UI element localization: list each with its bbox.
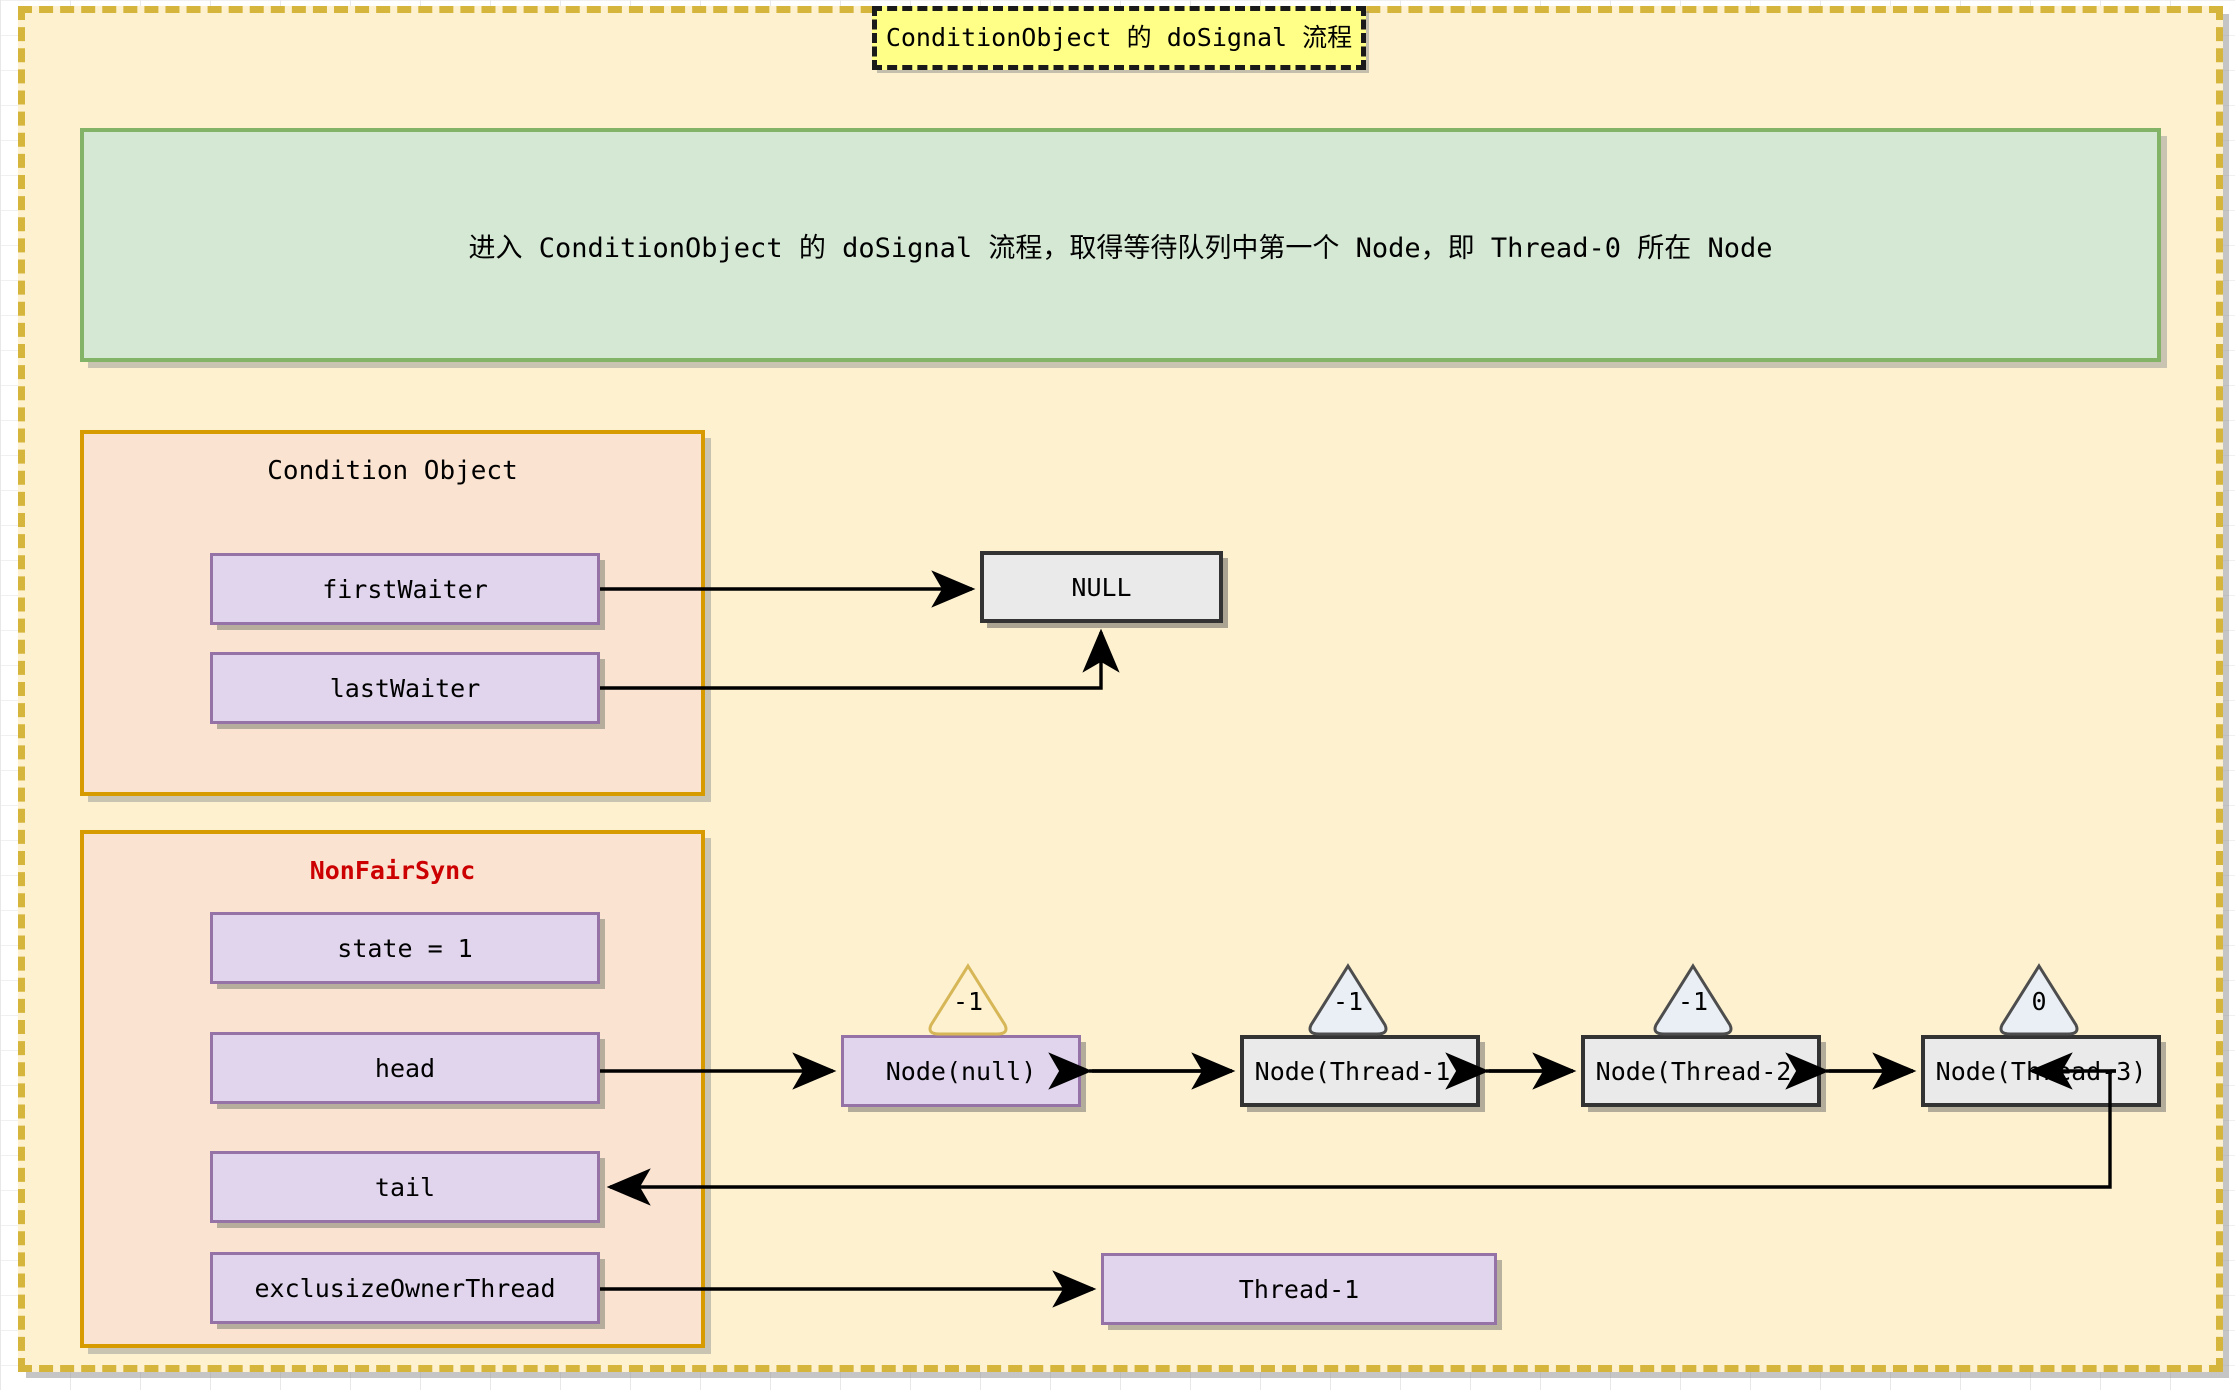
owner-thread-box: Thread-1: [1101, 1253, 1497, 1325]
field-tail-label: tail: [374, 1172, 436, 1202]
wait-status-triangle-0-label: -1: [952, 987, 984, 1016]
wait-status-triangle-0: -1: [925, 963, 1011, 1036]
queue-node-3-label: Node(Thread-3): [1935, 1056, 2147, 1086]
diagram-canvas: ConditionObject 的 doSignal 流程 进入 Conditi…: [0, 0, 2235, 1390]
field-state[interactable]: state = 1: [210, 912, 600, 984]
queue-node-2[interactable]: Node(Thread-2): [1581, 1035, 1821, 1107]
field-lastwaiter-label: lastWaiter: [329, 673, 481, 703]
queue-node-0[interactable]: Node(null): [841, 1035, 1081, 1107]
wait-status-triangle-1: -1: [1305, 963, 1391, 1036]
field-head-label: head: [374, 1053, 436, 1083]
description-note: 进入 ConditionObject 的 doSignal 流程，取得等待队列中…: [80, 128, 2161, 362]
wait-status-triangle-1-label: -1: [1332, 987, 1364, 1016]
field-head[interactable]: head: [210, 1032, 600, 1104]
field-tail[interactable]: tail: [210, 1151, 600, 1223]
wait-status-triangle-3: 0: [1996, 963, 2082, 1036]
field-exclusizeownerthread-label: exclusizeOwnerThread: [254, 1273, 556, 1303]
null-box-label: NULL: [1071, 572, 1132, 602]
queue-node-2-label: Node(Thread-2): [1595, 1056, 1807, 1086]
null-box: NULL: [980, 551, 1223, 623]
queue-node-1-label: Node(Thread-1): [1254, 1056, 1466, 1086]
queue-node-1[interactable]: Node(Thread-1): [1240, 1035, 1480, 1107]
condition-object-panel-title: Condition Object: [267, 456, 518, 486]
field-firstwaiter[interactable]: firstWaiter: [210, 553, 600, 625]
wait-status-triangle-2: -1: [1650, 963, 1736, 1036]
field-state-label: state = 1: [337, 933, 473, 963]
queue-node-3[interactable]: Node(Thread-3): [1921, 1035, 2161, 1107]
wait-status-triangle-3-label: 0: [2031, 987, 2047, 1016]
queue-node-0-label: Node(null): [885, 1056, 1037, 1086]
nonfairsync-panel-title: NonFairSync: [309, 856, 476, 885]
wait-status-triangle-2-label: -1: [1677, 987, 1709, 1016]
diagram-title-text: ConditionObject 的 doSignal 流程: [885, 23, 1353, 53]
field-lastwaiter[interactable]: lastWaiter: [210, 652, 600, 724]
diagram-title: ConditionObject 的 doSignal 流程: [872, 6, 1366, 70]
field-firstwaiter-label: firstWaiter: [322, 574, 488, 604]
owner-thread-box-label: Thread-1: [1238, 1274, 1360, 1304]
field-exclusizeownerthread[interactable]: exclusizeOwnerThread: [210, 1252, 600, 1324]
description-note-text: 进入 ConditionObject 的 doSignal 流程，取得等待队列中…: [468, 232, 1773, 264]
